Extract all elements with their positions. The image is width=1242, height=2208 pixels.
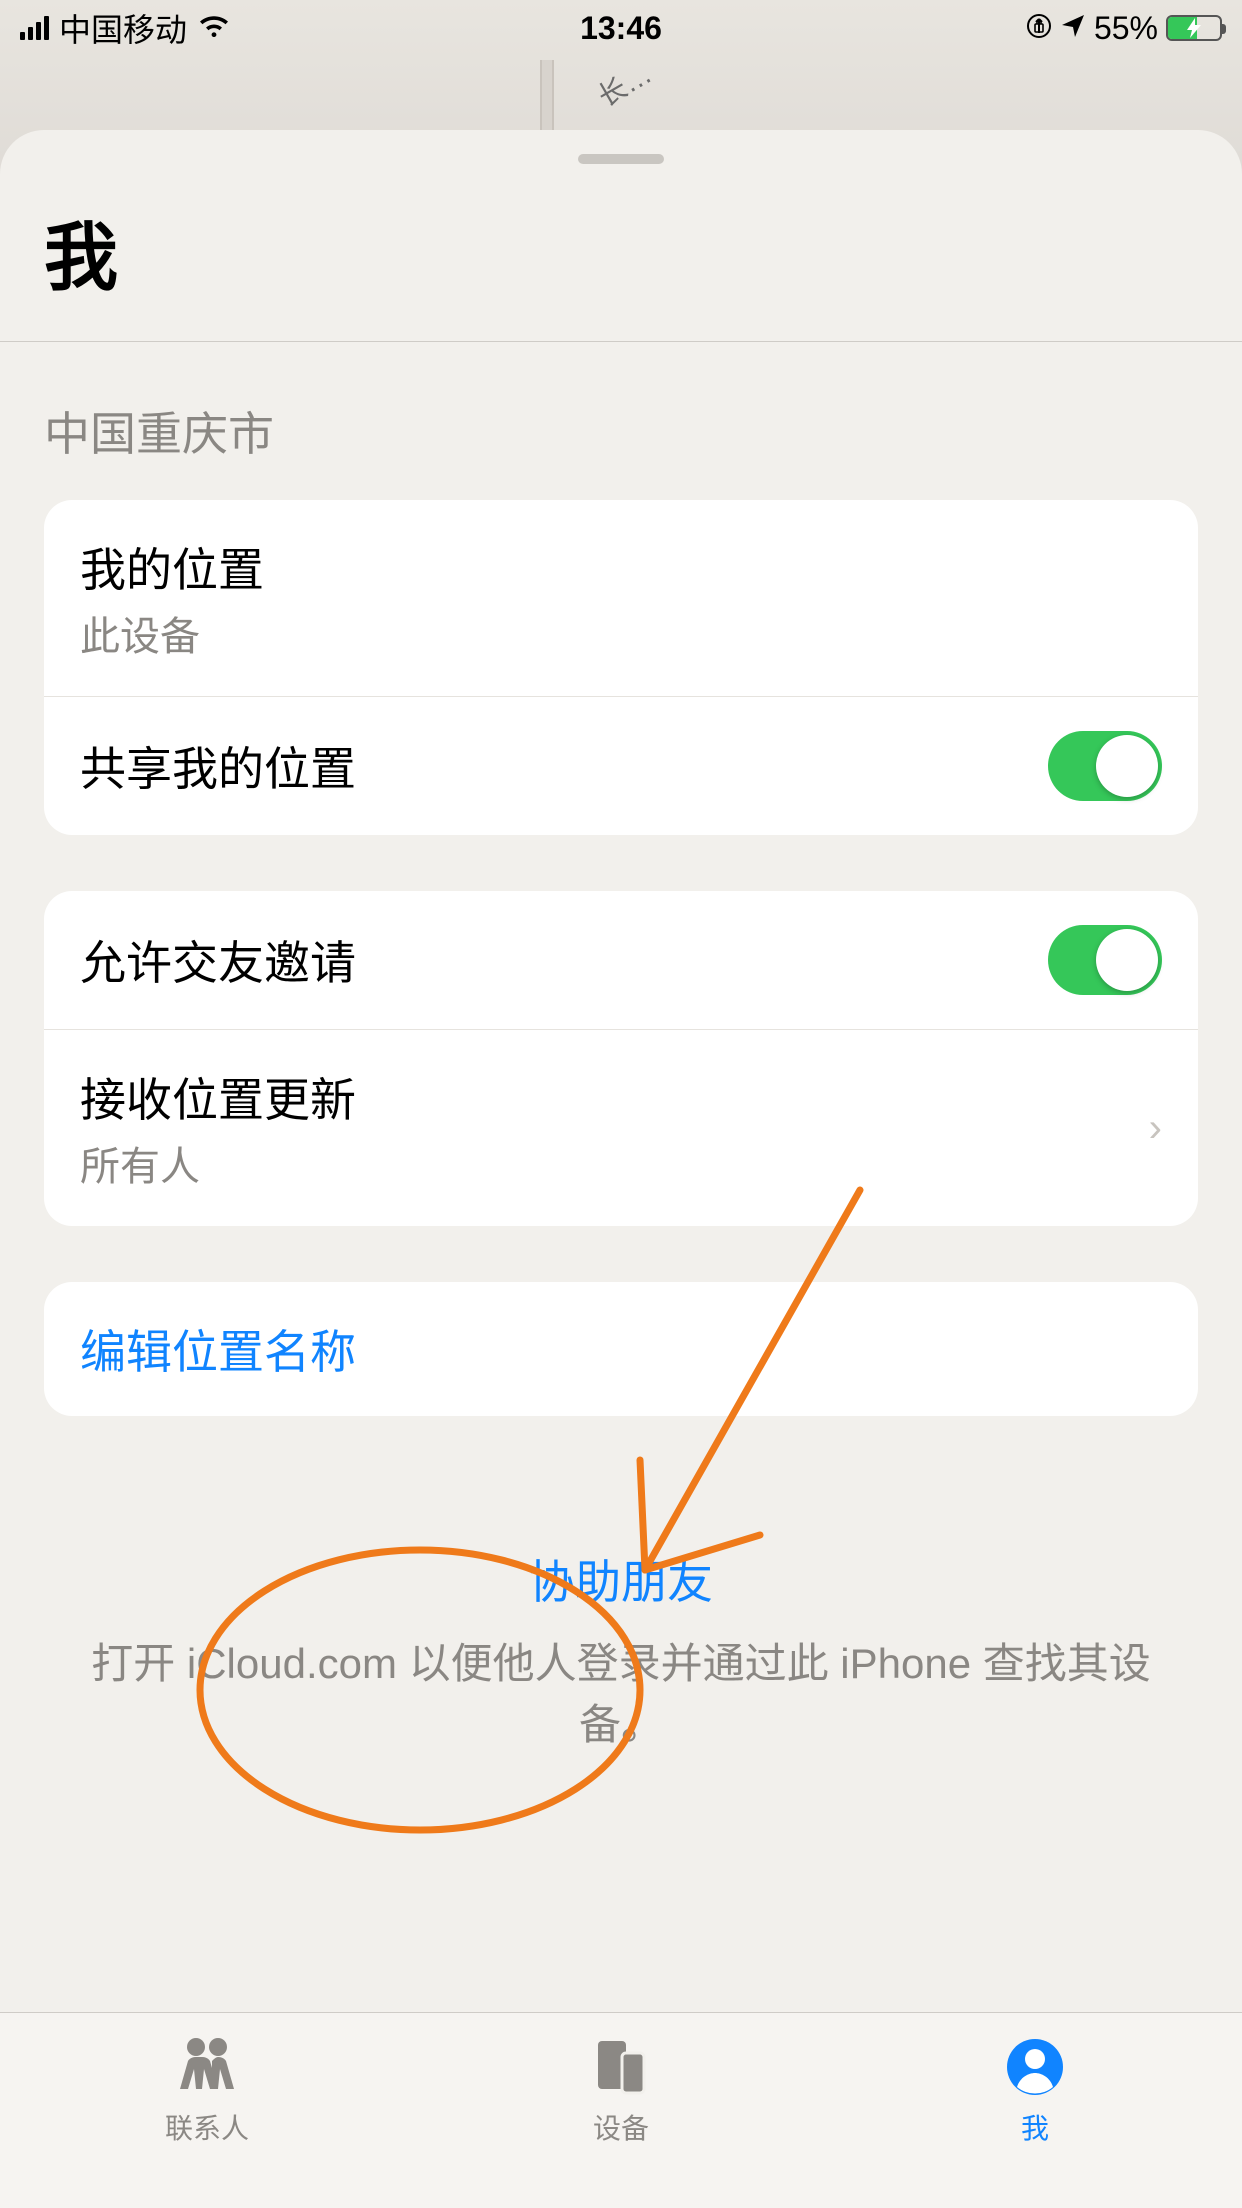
my-location-row[interactable]: 我的位置 此设备 [44, 500, 1198, 696]
sheet-grabber[interactable] [578, 154, 664, 164]
status-time: 13:46 [580, 10, 662, 47]
settings-group-location: 我的位置 此设备 共享我的位置 [44, 500, 1198, 835]
me-icon [1002, 2035, 1068, 2099]
map-label: 长… [590, 53, 659, 116]
share-location-toggle[interactable] [1048, 731, 1162, 801]
tab-devices-label: 设备 [593, 2107, 649, 2147]
tab-bar: 联系人 设备 我 [0, 2012, 1242, 2208]
share-location-row: 共享我的位置 [44, 696, 1198, 835]
receive-updates-title: 接收位置更新 [80, 1064, 356, 1130]
receive-updates-sub: 所有人 [80, 1134, 356, 1192]
location-header: 中国重庆市 [44, 342, 1198, 500]
edit-location-name-row[interactable]: 编辑位置名称 [44, 1282, 1198, 1416]
location-icon [1060, 10, 1086, 47]
page-title: 我 [0, 164, 1242, 341]
tab-people-label: 联系人 [165, 2107, 249, 2147]
tab-me[interactable]: 我 [828, 2013, 1242, 2208]
signal-icon [20, 16, 49, 40]
status-bar: 中国移动 13:46 55% [0, 0, 1242, 56]
edit-location-name-link: 编辑位置名称 [80, 1316, 356, 1382]
tab-me-label: 我 [1021, 2107, 1049, 2147]
allow-friend-title: 允许交友邀请 [80, 927, 356, 993]
help-friend-link[interactable]: 协助朋友 [44, 1546, 1198, 1612]
people-icon [174, 2035, 240, 2099]
settings-group-friends: 允许交友邀请 接收位置更新 所有人 › [44, 891, 1198, 1226]
chevron-right-icon: › [1149, 1106, 1162, 1151]
settings-group-edit: 编辑位置名称 [44, 1282, 1198, 1416]
wifi-icon [197, 10, 231, 47]
my-location-title: 我的位置 [80, 534, 264, 600]
help-friend-desc: 打开 iCloud.com 以便他人登录并通过此 iPhone 查找其设备。 [44, 1634, 1198, 1756]
tab-people[interactable]: 联系人 [0, 2013, 414, 2208]
battery-percentage: 55% [1094, 10, 1158, 47]
receive-updates-row[interactable]: 接收位置更新 所有人 › [44, 1029, 1198, 1226]
tab-devices[interactable]: 设备 [414, 2013, 828, 2208]
battery-icon [1166, 15, 1222, 41]
allow-friend-row: 允许交友邀请 [44, 891, 1198, 1029]
rotation-lock-icon [1026, 10, 1052, 47]
allow-friend-toggle[interactable] [1048, 925, 1162, 995]
me-sheet: 我 中国重庆市 我的位置 此设备 共享我的位置 允许交友邀请 [0, 130, 1242, 2208]
my-location-sub: 此设备 [80, 604, 264, 662]
share-location-title: 共享我的位置 [80, 733, 356, 799]
map-road [540, 60, 554, 140]
carrier-label: 中国移动 [59, 5, 187, 51]
help-friend-section: 协助朋友 打开 iCloud.com 以便他人登录并通过此 iPhone 查找其… [0, 1472, 1242, 1756]
devices-icon [588, 2035, 654, 2099]
